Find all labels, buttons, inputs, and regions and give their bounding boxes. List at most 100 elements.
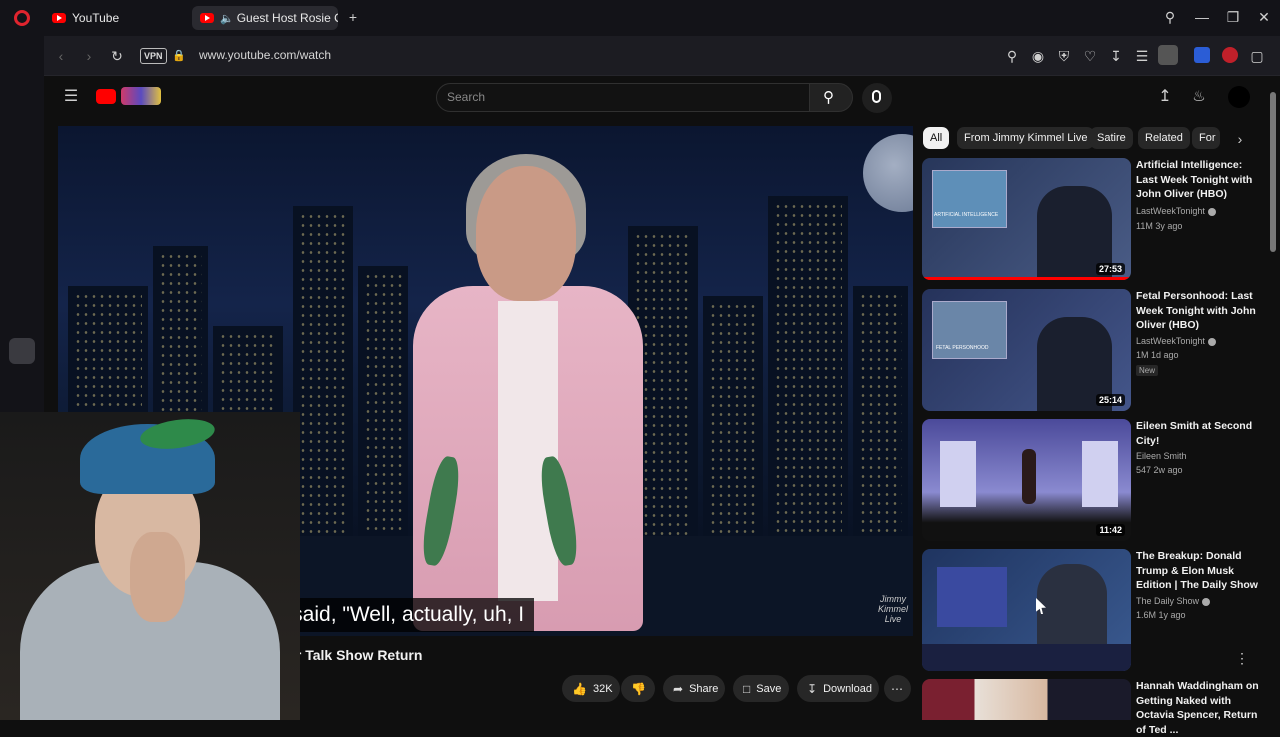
youtube-logo-icon[interactable] xyxy=(96,89,116,104)
watch-progress-bar xyxy=(922,277,1131,280)
camera-icon[interactable]: ◉ xyxy=(1029,48,1047,64)
rec-channel[interactable]: The Daily Show xyxy=(1136,596,1211,606)
mic-icon xyxy=(872,90,881,103)
rec-thumbnail[interactable] xyxy=(922,549,1131,671)
download-icon[interactable]: ↧ xyxy=(1107,48,1125,64)
rec-title[interactable]: Fetal Personhood: Last Week Tonight with… xyxy=(1136,289,1261,333)
minimize-icon[interactable]: — xyxy=(1193,9,1211,25)
reload-icon[interactable]: ↻ xyxy=(108,48,126,64)
extension-icon[interactable] xyxy=(1222,47,1238,63)
rec-channel-name: LastWeekTonight xyxy=(1136,336,1205,346)
chip-all[interactable]: All xyxy=(923,127,950,149)
find-icon[interactable]: ⚲ xyxy=(1003,48,1021,64)
rec-thumbnail[interactable] xyxy=(922,679,1131,720)
search-tabs-icon[interactable]: ⚲ xyxy=(1161,9,1179,25)
new-tab-icon[interactable]: + xyxy=(344,9,362,25)
hamburger-menu-icon[interactable]: ☰ xyxy=(62,89,80,105)
host-shirt xyxy=(498,301,558,601)
rec-channel-name: Eileen Smith xyxy=(1136,451,1187,461)
maximize-icon[interactable]: ❐ xyxy=(1224,9,1242,25)
like-button[interactable]: 👍 32K xyxy=(562,675,620,702)
streamer-hand xyxy=(130,532,185,622)
search-input[interactable]: Search xyxy=(436,83,810,112)
share-label: Share xyxy=(689,682,719,695)
chip-from-jimmy-kimmel-live[interactable]: From Jimmy Kimmel Live xyxy=(957,127,1095,149)
search-button[interactable]: ⚲ xyxy=(809,83,853,112)
rec-title[interactable]: Eileen Smith at Second City! xyxy=(1136,419,1261,448)
extensions-cube-icon[interactable]: ▢ xyxy=(1248,48,1266,64)
avatar[interactable] xyxy=(1228,86,1250,108)
rec-channel[interactable]: LastWeekTonight xyxy=(1136,336,1216,346)
thumbs-up-icon: 👍 xyxy=(572,681,587,696)
search-icon: ⚲ xyxy=(823,89,834,106)
more-actions-button[interactable]: ⋯ xyxy=(884,675,911,702)
rec-meta: 11M 3y ago xyxy=(1136,221,1183,231)
rec-title[interactable]: The Breakup: Donald Trump & Elon Musk Ed… xyxy=(1136,549,1261,593)
tab-label: YouTube xyxy=(72,11,120,25)
skyline-building xyxy=(853,286,908,546)
tab-guest-host[interactable]: 🔈 Guest Host Rosie O'Do xyxy=(192,6,338,30)
chip-related[interactable]: Related xyxy=(1138,127,1190,149)
new-badge: New xyxy=(1136,365,1159,376)
chip-satire[interactable]: Satire xyxy=(1090,127,1133,149)
rec-thumbnail[interactable]: 11:42 xyxy=(922,419,1131,541)
lock-icon[interactable]: 🔒 xyxy=(170,48,188,64)
page-scrollbar[interactable] xyxy=(1270,92,1276,252)
back-icon[interactable]: ‹ xyxy=(52,48,70,64)
profile-icon[interactable] xyxy=(1158,45,1178,65)
gmail-sidebar-icon[interactable] xyxy=(9,338,35,364)
more-horizontal-icon: ⋯ xyxy=(891,681,903,696)
opera-logo-icon[interactable] xyxy=(14,10,30,26)
skyline-building xyxy=(358,266,408,546)
moon-backdrop xyxy=(863,134,913,212)
skyline-building xyxy=(293,206,353,546)
heart-icon[interactable]: ♡ xyxy=(1081,48,1099,64)
vpn-badge[interactable]: VPN xyxy=(140,48,167,64)
chip-for-you[interactable]: For xyxy=(1192,127,1220,149)
share-icon: ➦ xyxy=(673,681,684,696)
like-count: 32K xyxy=(592,682,613,695)
url-field[interactable]: www.youtube.com/watch xyxy=(199,48,331,62)
close-icon[interactable]: ✕ xyxy=(1255,9,1273,25)
rec-channel[interactable]: LastWeekTonight xyxy=(1136,206,1216,216)
upload-icon[interactable]: ↥ xyxy=(1156,89,1174,105)
video-duration: 11:42 xyxy=(1096,524,1125,536)
rec-title[interactable]: Artificial Intelligence: Last Week Tonig… xyxy=(1136,158,1261,202)
rec-thumbnail[interactable]: ARTIFICIAL INTELLIGENCE 27:53 xyxy=(922,158,1131,280)
thumb-text: ARTIFICIAL INTELLIGENCE xyxy=(934,212,999,218)
voice-search-button[interactable] xyxy=(862,83,892,113)
translate-icon[interactable] xyxy=(1194,47,1210,63)
tab-youtube[interactable]: YouTube xyxy=(44,6,186,30)
thumb-stage-door xyxy=(1082,441,1118,507)
menu-lines-icon[interactable]: ☰ xyxy=(1133,48,1151,64)
thumb-performer xyxy=(1022,449,1036,504)
chevron-right-icon[interactable]: › xyxy=(1231,131,1249,147)
thumb-stage-door xyxy=(940,441,976,507)
more-vertical-icon[interactable]: ⋮ xyxy=(1233,650,1251,666)
bookmark-icon: □ xyxy=(743,681,751,696)
youtube-favicon-icon xyxy=(200,13,214,23)
forward-icon[interactable]: › xyxy=(80,48,98,64)
share-button[interactable]: ➦ Share xyxy=(663,675,725,702)
rec-meta: 1M 1d ago xyxy=(1136,350,1179,360)
speaker-icon[interactable]: 🔈 xyxy=(220,12,234,25)
rec-channel[interactable]: Eileen Smith xyxy=(1136,451,1187,461)
verified-icon xyxy=(1207,207,1216,216)
video-duration: 25:14 xyxy=(1095,394,1125,406)
doodle-logo-icon[interactable] xyxy=(121,87,161,105)
rec-title[interactable]: Hannah Waddingham on Getting Naked with … xyxy=(1136,679,1261,737)
tab-label: Guest Host Rosie O'Do xyxy=(236,11,338,25)
notifications-bell-icon[interactable]: ♨ xyxy=(1190,89,1208,105)
download-button[interactable]: ↧ Download xyxy=(797,675,879,702)
thumbs-down-icon: 👎 xyxy=(631,681,646,696)
download-label: Download xyxy=(823,682,872,695)
shield-icon[interactable]: ⛨ xyxy=(1055,48,1073,64)
rec-channel-name: LastWeekTonight xyxy=(1136,206,1205,216)
dislike-button[interactable]: 👎 xyxy=(621,675,655,702)
save-label: Save xyxy=(756,682,782,695)
verified-icon xyxy=(1202,597,1211,606)
save-button[interactable]: □ Save xyxy=(733,675,789,702)
skyline-building xyxy=(703,296,763,546)
rec-thumbnail[interactable]: FETAL PERSONHOOD 25:14 xyxy=(922,289,1131,411)
channel-watermark: Jimmy Kimmel Live xyxy=(877,594,908,624)
